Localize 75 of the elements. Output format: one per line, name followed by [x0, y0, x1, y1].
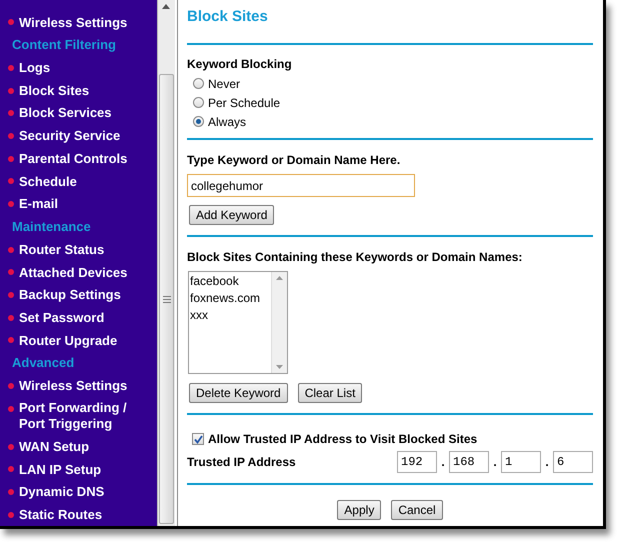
bullet-icon [8, 406, 14, 412]
keyword-list-box[interactable]: facebook foxnews.com xxx [188, 271, 288, 374]
menu-link[interactable]: Port Forwarding / Port Triggering [19, 400, 149, 432]
page-title: Block Sites [187, 7, 269, 27]
menu-link[interactable]: Block Sites [19, 80, 149, 100]
list-item[interactable]: foxnews.com [190, 290, 271, 307]
menu-link[interactable]: Router Status [19, 240, 149, 260]
radio-button[interactable] [193, 116, 204, 127]
bullet-icon [8, 489, 14, 496]
bullet-icon [8, 246, 14, 253]
menu-link[interactable]: Backup Settings [19, 285, 149, 305]
grip-icon [162, 296, 170, 302]
ip-octet-field[interactable]: 1 [501, 451, 541, 473]
menu-link[interactable]: Static Routes [19, 504, 149, 524]
ip-octet-field[interactable]: 168 [449, 451, 489, 473]
menu-link[interactable]: LAN IP Setup [19, 460, 149, 480]
bullet-icon [8, 314, 14, 321]
bullet-icon [8, 88, 14, 94]
radio-label: Never [208, 76, 240, 92]
field-label: Trusted IP Address [187, 454, 296, 471]
menu-link[interactable]: Parental Controls [19, 148, 149, 168]
section-label: Block Sites Containing these Keywords or Domain Names: [187, 249, 524, 266]
menu-link[interactable]: Security Service [19, 126, 149, 146]
radio-button[interactable] [193, 97, 204, 108]
dot-separator: . [440, 454, 446, 471]
scroll-up-icon[interactable] [162, 4, 170, 9]
section-label: Type Keyword or Domain Name Here. [187, 152, 402, 169]
menu-link[interactable]: Wireless Settings [19, 12, 149, 32]
menu-link[interactable]: Dynamic DNS [19, 482, 149, 502]
form-button[interactable]: Delete Keyword [189, 383, 288, 403]
checkbox-label: Allow Trusted IP Address to Visit Blocked Sites [208, 431, 478, 448]
dot-separator: . [492, 454, 498, 471]
bullet-icon [8, 444, 14, 450]
bullet-icon [8, 156, 14, 162]
scroll-down-icon[interactable] [276, 365, 283, 369]
bullet-icon [8, 466, 14, 472]
bullet-icon [8, 64, 14, 71]
menu-link[interactable]: Router Upgrade [19, 330, 149, 350]
bullet-icon [8, 178, 14, 184]
bullet-icon [8, 292, 14, 298]
form-button[interactable]: Apply [337, 500, 382, 520]
list-item[interactable]: xxx [190, 307, 271, 324]
bullet-icon [8, 269, 14, 276]
bullet-icon [8, 201, 14, 208]
bullet-icon [8, 337, 14, 344]
bullet-icon [8, 110, 14, 116]
form-button[interactable]: Add Keyword [189, 205, 274, 225]
radio-label: Always [208, 114, 246, 130]
menu-link[interactable]: Block Services [19, 103, 149, 123]
bullet-icon [8, 382, 14, 389]
menu-link[interactable]: Set Password [19, 308, 149, 328]
menu-section-heading: Maintenance [12, 218, 91, 236]
menu-link[interactable]: Schedule [19, 172, 149, 192]
bullet-icon [8, 19, 14, 26]
scroll-thumb[interactable] [159, 74, 174, 524]
form-button[interactable]: Clear List [298, 383, 362, 403]
menu-section-heading: Advanced [12, 354, 74, 372]
menu-section-heading: Content Filtering [12, 36, 116, 54]
ip-octet-field[interactable]: 6 [553, 451, 593, 473]
radio-button[interactable] [193, 78, 204, 89]
checkbox[interactable] [192, 433, 204, 445]
list-item[interactable]: facebook [190, 273, 271, 290]
menu-link[interactable]: E-mail [19, 194, 149, 214]
bullet-icon [8, 132, 14, 139]
ip-octet-field[interactable]: 192 [397, 451, 437, 473]
dot-separator: . [544, 454, 550, 471]
form-button[interactable]: Cancel [391, 500, 443, 520]
menu-link[interactable]: Attached Devices [19, 262, 149, 282]
section-label: Keyword Blocking [187, 56, 293, 73]
menu-link[interactable]: Wireless Settings [19, 376, 149, 396]
keyword-input-field[interactable]: collegehumor [187, 174, 415, 197]
radio-label: Per Schedule [208, 94, 280, 112]
menu-link[interactable]: Logs [19, 58, 149, 78]
bullet-icon [8, 512, 14, 518]
menu-link[interactable]: WAN Setup [19, 436, 149, 456]
